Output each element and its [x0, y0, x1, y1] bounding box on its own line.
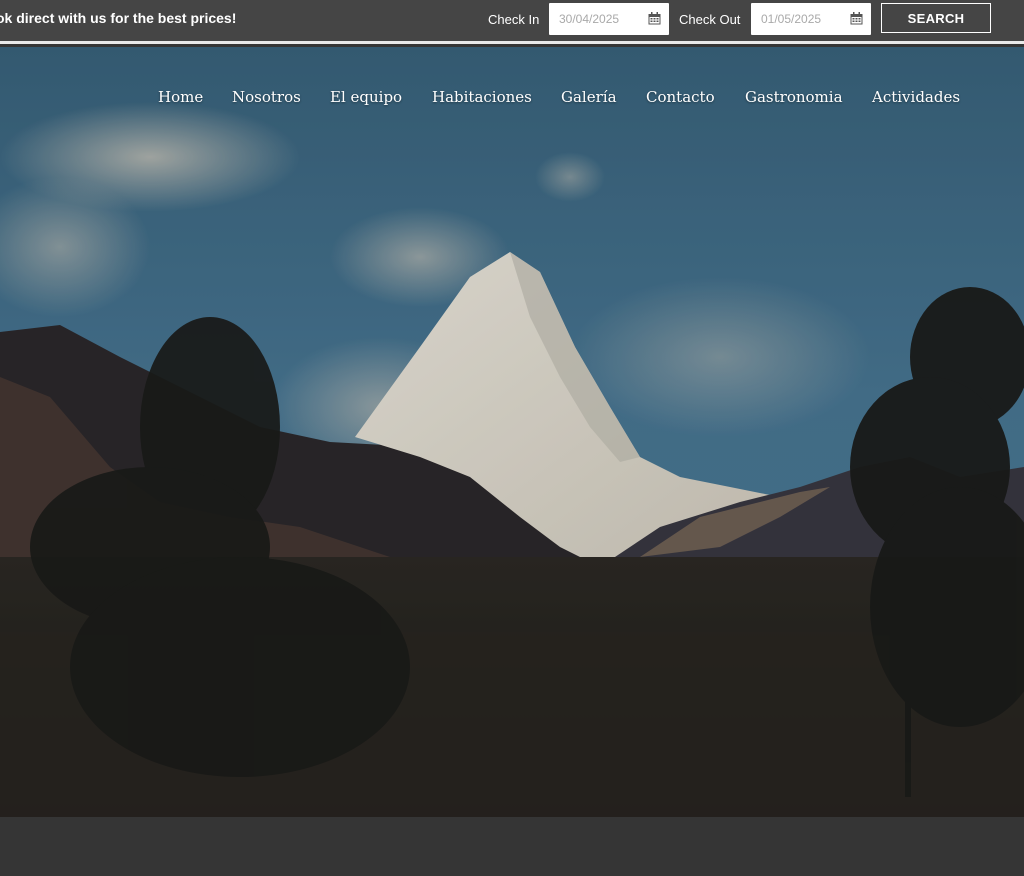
- check-in-field[interactable]: 30/04/2025: [549, 3, 669, 35]
- mountain-landscape-image: [0, 47, 1024, 817]
- check-out-label: Check Out: [679, 12, 741, 27]
- nav-item-habitaciones[interactable]: Habitaciones: [432, 88, 532, 106]
- nav-item-gastronomia[interactable]: Gastronomia: [745, 88, 843, 106]
- calendar-icon[interactable]: [850, 12, 863, 25]
- promo-text: ok direct with us for the best prices!: [0, 10, 237, 26]
- nav-item-home[interactable]: Home: [158, 88, 203, 106]
- nav-item-el-equipo[interactable]: El equipo: [330, 88, 402, 106]
- nav-item-actividades[interactable]: Actividades: [872, 88, 960, 106]
- nav-item-nosotros[interactable]: Nosotros: [232, 88, 301, 106]
- check-in-label: Check In: [488, 12, 540, 27]
- nav-item-contacto[interactable]: Contacto: [646, 88, 715, 106]
- check-in-value: 30/04/2025: [559, 12, 620, 26]
- calendar-icon[interactable]: [648, 12, 661, 25]
- nav-item-galeria[interactable]: Galería: [561, 88, 617, 106]
- page-footer-band: [0, 817, 1024, 876]
- main-navigation: Home Nosotros El equipo Habitaciones Gal…: [0, 88, 1024, 108]
- search-button[interactable]: SEARCH: [881, 3, 991, 33]
- check-out-value: 01/05/2025: [761, 12, 822, 26]
- booking-bar: ok direct with us for the best prices! C…: [0, 0, 1024, 44]
- check-out-field[interactable]: 01/05/2025: [751, 3, 871, 35]
- hero-image: Home Nosotros El equipo Habitaciones Gal…: [0, 47, 1024, 817]
